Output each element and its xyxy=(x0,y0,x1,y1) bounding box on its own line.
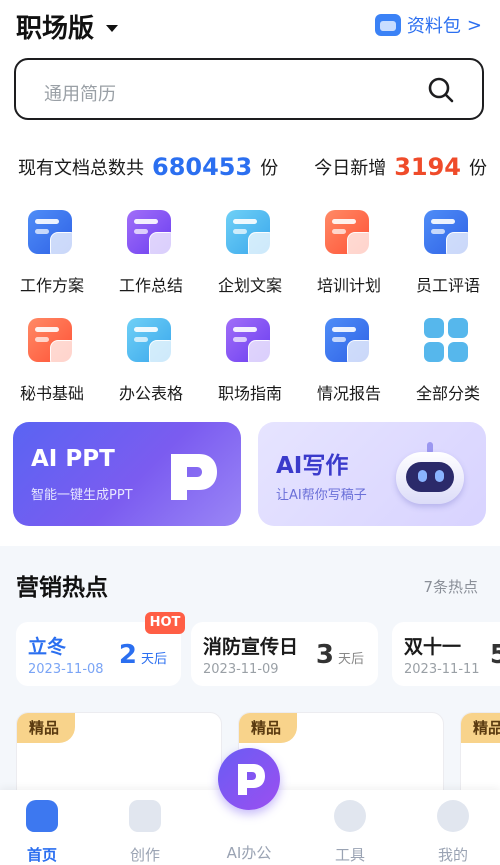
ai-ppt-title: AI PPT xyxy=(31,446,115,472)
category-label: 工作总结 xyxy=(118,276,183,295)
hotspots-count[interactable]: 7条热点 xyxy=(423,576,478,597)
premium-tag: 精品 xyxy=(461,713,500,743)
tab-tools[interactable]: 工具 xyxy=(315,800,385,865)
category-secretary-basics[interactable]: 秘书基础 xyxy=(4,314,100,422)
tab-home[interactable]: 首页 xyxy=(7,800,77,865)
category-label: 全部分类 xyxy=(415,384,480,403)
countdown-days: 3 xyxy=(315,640,334,670)
hot-badge: HOT xyxy=(145,612,185,634)
hotspot-name: 双十一 xyxy=(404,636,462,658)
category-situation-report[interactable]: 情况报告 xyxy=(301,314,397,422)
caret-down-icon xyxy=(106,25,119,32)
today-new-value: 3194 xyxy=(394,153,461,181)
header: 职场版 资料包 > xyxy=(0,0,500,52)
work-summary-icon xyxy=(127,210,177,260)
ppt-logo-icon xyxy=(171,454,217,500)
hotspot-countdown: 3 天后 xyxy=(316,640,364,670)
total-docs-label: 现有文档总数共 xyxy=(18,158,144,179)
ai-writing-card[interactable]: AI写作 让AI帮你写稿子 xyxy=(258,422,486,526)
planning-copy-icon xyxy=(226,210,276,260)
category-label: 员工评语 xyxy=(415,276,480,295)
ai-writing-subtitle: 让AI帮你写稿子 xyxy=(276,488,367,503)
search-input[interactable]: 通用简历 xyxy=(14,58,484,120)
folder-icon xyxy=(374,14,401,36)
category-label: 职场指南 xyxy=(217,384,282,403)
category-label: 企划文案 xyxy=(217,276,282,295)
today-new-unit: 份 xyxy=(469,158,487,179)
premium-tag: 精品 xyxy=(17,713,75,743)
today-new-label: 今日新增 xyxy=(314,158,387,179)
category-work-summary[interactable]: 工作总结 xyxy=(103,206,199,314)
hotspot-countdown: 5 xyxy=(490,640,500,670)
hotspot-date: 2023-11-11 xyxy=(404,662,480,677)
chevron-right-icon: > xyxy=(466,14,482,36)
category-grid: 工作方案 工作总结 企划文案 培训计划 员工评语 秘书基础 办公表格 职场指南 … xyxy=(4,206,496,422)
tab-ai-office[interactable] xyxy=(218,748,280,810)
tab-mine[interactable]: 我的 xyxy=(418,800,488,865)
category-label: 秘书基础 xyxy=(19,384,84,403)
category-label: 工作方案 xyxy=(19,276,84,295)
section-title: 营销热点 xyxy=(16,575,108,601)
countdown-days: 2 xyxy=(118,640,137,670)
hotspot-card[interactable]: 消防宣传日 2023-11-09 3 天后 xyxy=(191,622,378,686)
ai-writing-title: AI写作 xyxy=(276,453,349,479)
category-label: 办公表格 xyxy=(118,384,183,403)
hotspot-card[interactable]: 双十一 2023-11-11 5 xyxy=(392,622,500,686)
work-plan-icon xyxy=(28,210,78,260)
category-all[interactable]: 全部分类 xyxy=(400,314,496,422)
training-plan-icon xyxy=(325,210,375,260)
edition-switcher[interactable]: 职场版 xyxy=(16,8,119,45)
tab-label: 创作 xyxy=(129,846,160,864)
resource-pack-link[interactable]: 资料包 > xyxy=(374,12,482,38)
robot-mascot-icon xyxy=(392,442,468,512)
secretary-basics-icon xyxy=(28,318,78,368)
category-label: 情况报告 xyxy=(316,384,381,403)
category-work-plan[interactable]: 工作方案 xyxy=(4,206,100,314)
tab-label: 工具 xyxy=(334,846,365,864)
total-docs-value: 680453 xyxy=(152,153,253,181)
premium-template-card[interactable]: 精品 xyxy=(16,712,222,802)
search-placeholder: 通用简历 xyxy=(44,84,116,105)
ai-office-logo-icon xyxy=(238,764,265,795)
workplace-guide-icon xyxy=(226,318,276,368)
tools-icon xyxy=(334,800,366,832)
home-icon xyxy=(26,800,58,832)
all-categories-icon xyxy=(424,318,472,366)
premium-tag: 精品 xyxy=(239,713,297,743)
create-icon xyxy=(129,800,161,832)
total-docs-unit: 份 xyxy=(260,158,279,179)
edition-label: 职场版 xyxy=(16,14,95,44)
countdown-unit: 天后 xyxy=(337,652,364,667)
employee-review-icon xyxy=(424,210,474,260)
category-employee-review[interactable]: 员工评语 xyxy=(400,206,496,314)
tab-label: 我的 xyxy=(437,846,468,864)
document-stats: 现有文档总数共 680453 份 今日新增 3194 份 xyxy=(18,150,488,184)
profile-icon xyxy=(437,800,469,832)
category-planning-copy[interactable]: 企划文案 xyxy=(202,206,298,314)
category-office-spreadsheet[interactable]: 办公表格 xyxy=(103,314,199,422)
category-training-plan[interactable]: 培训计划 xyxy=(301,206,397,314)
premium-template-card[interactable]: 精品 xyxy=(460,712,500,802)
hotspot-name: 消防宣传日 xyxy=(203,636,299,658)
tab-label: 首页 xyxy=(26,846,57,864)
category-workplace-guide[interactable]: 职场指南 xyxy=(202,314,298,422)
tab-create[interactable]: 创作 xyxy=(110,800,180,865)
hotspot-countdown: 2 天后 xyxy=(119,640,167,670)
situation-report-icon xyxy=(325,318,375,368)
tab-label: AI办公 xyxy=(226,844,272,862)
resource-pack-label: 资料包 xyxy=(406,16,461,37)
ai-ppt-card[interactable]: AI PPT 智能一键生成PPT xyxy=(13,422,241,526)
hotspot-date: 2023-11-09 xyxy=(203,662,279,677)
hotspot-date: 2023-11-08 xyxy=(28,662,104,677)
category-label: 培训计划 xyxy=(316,276,381,295)
countdown-days: 5 xyxy=(489,640,500,670)
hotspot-name: 立冬 xyxy=(28,636,67,658)
search-icon[interactable] xyxy=(428,77,454,103)
countdown-unit: 天后 xyxy=(140,652,167,667)
office-spreadsheet-icon xyxy=(127,318,177,368)
ai-ppt-subtitle: 智能一键生成PPT xyxy=(31,488,133,503)
